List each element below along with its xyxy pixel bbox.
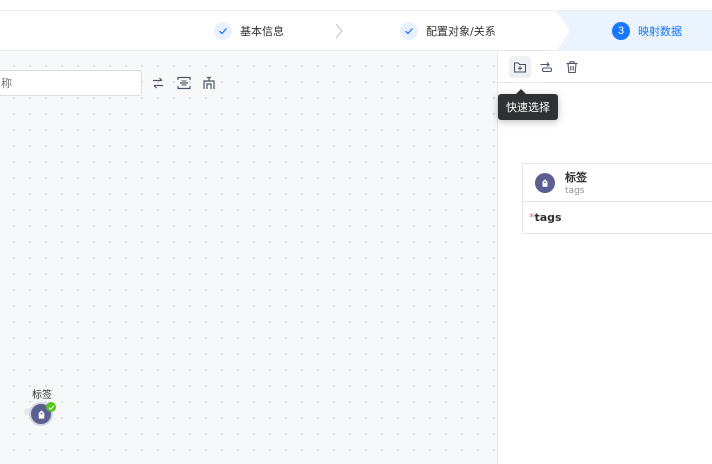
chevron-right-icon xyxy=(335,23,343,39)
swap-icon[interactable] xyxy=(149,74,167,92)
entity-card[interactable]: 标签 tags *tags xyxy=(522,163,712,234)
check-icon xyxy=(214,22,232,40)
step-label: 基本信息 xyxy=(240,25,284,38)
layout-icon[interactable] xyxy=(200,74,218,92)
entity-name: 标签 xyxy=(565,171,587,184)
fit-view-icon[interactable] xyxy=(175,74,193,92)
step-label: 配置对象/关系 xyxy=(426,25,496,38)
add-folder-icon[interactable] xyxy=(509,56,531,78)
success-check-icon xyxy=(46,402,56,412)
graph-canvas[interactable]: 标签 xyxy=(0,52,497,464)
node-label: 标签 xyxy=(32,390,52,401)
step-map-data[interactable]: 3 映射数据 xyxy=(612,11,682,51)
window-top-strip xyxy=(0,0,712,11)
toggle-icon[interactable] xyxy=(535,56,557,78)
panel-toolbar xyxy=(498,52,712,83)
step-config-objects[interactable]: 配置对象/关系 xyxy=(400,11,496,51)
entity-sub: tags xyxy=(565,186,585,196)
field-name: tags xyxy=(534,211,562,224)
step-basic-info[interactable]: 基本信息 xyxy=(214,11,284,51)
tag-icon xyxy=(535,173,555,193)
trash-icon[interactable] xyxy=(561,56,583,78)
stepper: 基本信息 配置对象/关系 3 映射数据 xyxy=(0,11,712,51)
mapping-panel: 快速选择 标签 tags *tags xyxy=(497,52,712,464)
check-icon xyxy=(400,22,418,40)
tooltip: 快速选择 xyxy=(498,89,558,120)
search-input[interactable] xyxy=(0,70,142,96)
field-row[interactable]: *tags xyxy=(529,211,562,224)
step-number: 3 xyxy=(612,22,630,40)
graph-node-tags[interactable]: 标签 xyxy=(22,386,62,430)
step-label: 映射数据 xyxy=(638,25,682,38)
entity-header: 标签 tags xyxy=(523,164,712,202)
